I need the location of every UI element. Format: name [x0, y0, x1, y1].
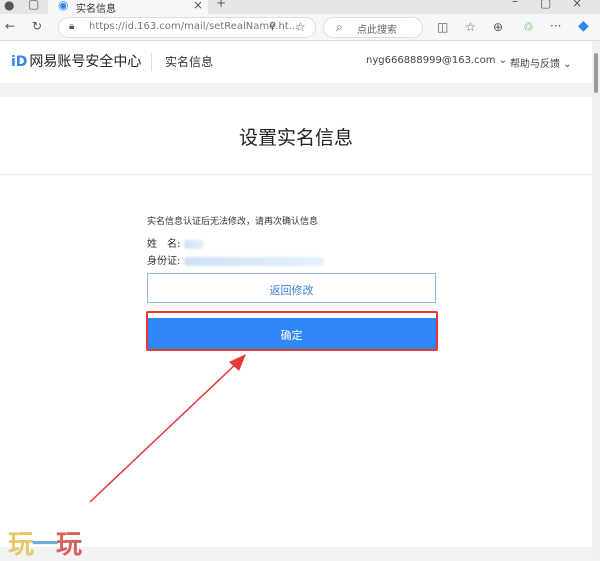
annotation-arrow — [89, 354, 246, 503]
watermark-logo: 玩一玩 — [8, 530, 82, 560]
arrow-line — [89, 361, 239, 503]
